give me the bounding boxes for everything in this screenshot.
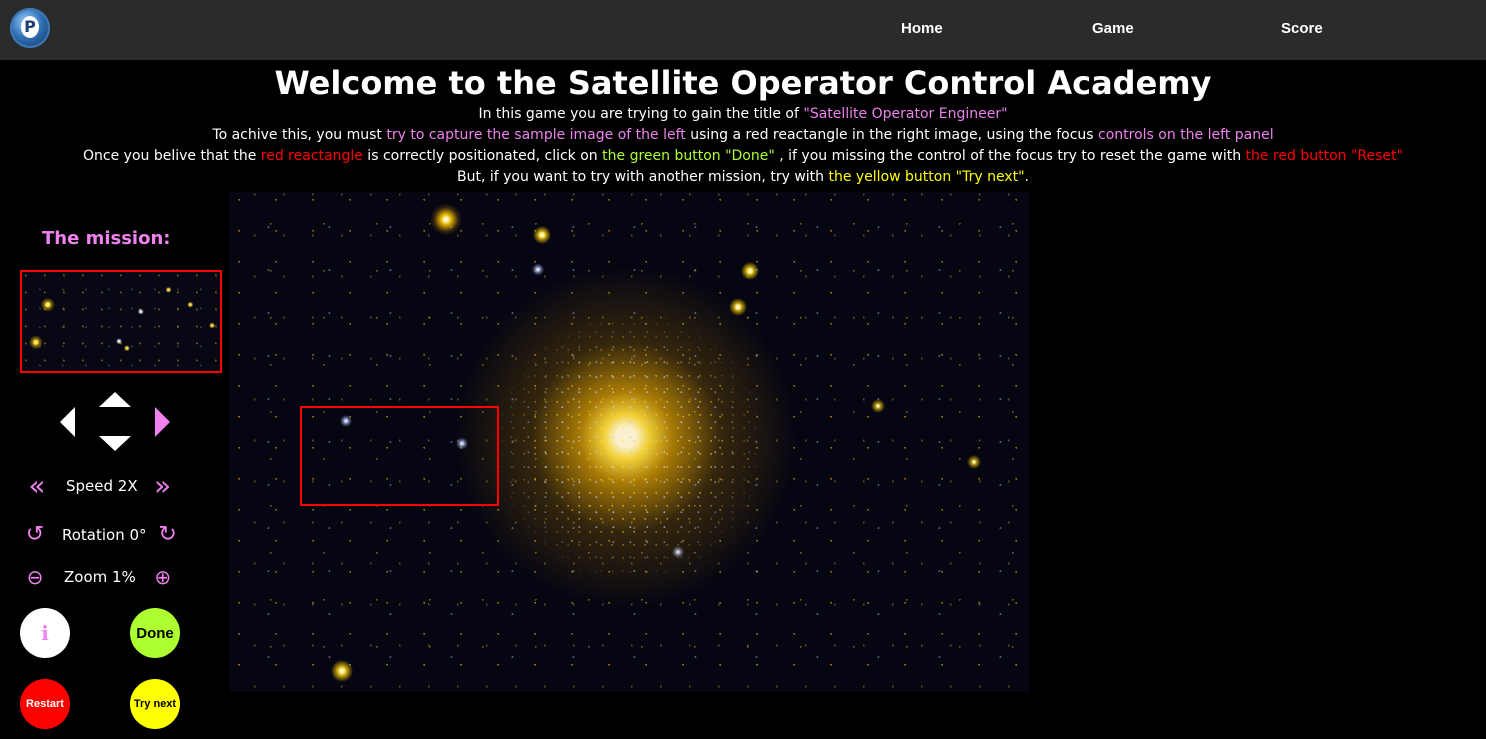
instruction-line-4: But, if you want to try with another mis…	[0, 167, 1486, 188]
zoom-out-icon[interactable]: ⊖	[20, 562, 50, 592]
try-next-button[interactable]: Try next	[130, 679, 180, 729]
instruction-highlight: controls on the left panel	[1098, 127, 1274, 143]
speed-label: Speed 2X	[66, 477, 138, 495]
zoom-control: ⊖ Zoom 1% ⊕	[20, 562, 190, 592]
rotation-control: ↺ Rotation 0° ↻	[20, 520, 190, 550]
app-logo[interactable]: P	[10, 8, 50, 48]
logo-mark: P	[21, 16, 39, 38]
focus-rectangle[interactable]	[300, 406, 499, 506]
instruction-highlight: the green button "Done"	[602, 148, 775, 164]
instruction-highlight: "Satellite Operator Engineer"	[803, 106, 1008, 122]
info-button[interactable]: i	[20, 608, 70, 658]
zoom-in-icon[interactable]: ⊕	[148, 562, 178, 592]
instruction-line-1: In this game you are trying to gain the …	[0, 104, 1486, 125]
rotation-label: Rotation 0°	[62, 526, 147, 544]
move-down-icon[interactable]	[99, 436, 131, 451]
zoom-label: Zoom 1%	[64, 568, 136, 586]
instructions: In this game you are trying to gain the …	[0, 104, 1486, 188]
move-up-icon[interactable]	[99, 392, 131, 407]
instruction-line-3: Once you belive that the red reactangle …	[0, 146, 1486, 167]
instruction-text: .	[1024, 169, 1029, 185]
instruction-text: is correctly positionated, click on	[362, 148, 603, 164]
instruction-line-2: To achive this, you must try to capture …	[0, 125, 1486, 146]
move-left-icon[interactable]	[60, 407, 75, 437]
nav-score-link[interactable]: Score	[1281, 20, 1323, 37]
instruction-highlight: red reactangle	[260, 148, 363, 164]
instruction-text: , if you missing the control of the focu…	[774, 148, 1246, 164]
speed-control: « Speed 2X »	[20, 471, 190, 501]
rotate-right-icon[interactable]: ↻	[153, 520, 183, 550]
satellite-image	[230, 192, 1030, 692]
instruction-highlight: the yellow button "Try next"	[828, 169, 1025, 185]
restart-button[interactable]: Restart	[20, 679, 70, 729]
instruction-text: To achive this, you must	[212, 127, 387, 143]
mission-label: The mission:	[42, 228, 171, 249]
top-navbar: P Home Game Score	[0, 0, 1486, 60]
done-button[interactable]: Done	[130, 608, 180, 658]
instruction-highlight: the red button "Reset"	[1245, 148, 1403, 164]
page-title: Welcome to the Satellite Operator Contro…	[274, 64, 1212, 102]
instruction-text: In this game you are trying to gain the …	[478, 106, 804, 122]
speed-up-icon[interactable]: »	[146, 471, 180, 501]
nav-game-link[interactable]: Game	[1092, 20, 1134, 37]
instruction-highlight: try to capture the sample image of the l…	[386, 127, 686, 143]
instruction-text: using a red reactangle in the right imag…	[685, 127, 1099, 143]
move-right-icon[interactable]	[155, 407, 170, 437]
speed-down-icon[interactable]: «	[20, 471, 54, 501]
instruction-text: Once you belive that the	[83, 148, 261, 164]
mission-sample-image	[20, 270, 222, 373]
nav-home-link[interactable]: Home	[901, 20, 943, 37]
rotate-left-icon[interactable]: ↺	[20, 520, 50, 550]
instruction-text: But, if you want to try with another mis…	[457, 169, 829, 185]
